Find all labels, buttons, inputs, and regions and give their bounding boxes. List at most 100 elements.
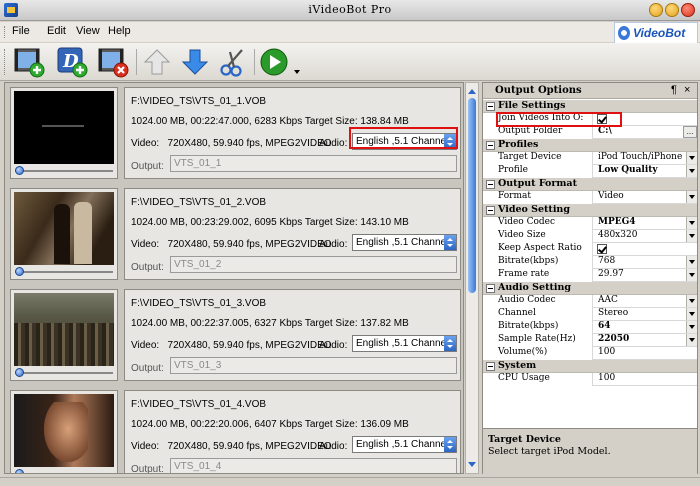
video-info: Video: 720X480, 59.940 fps, MPEG2VIDEO xyxy=(131,340,332,351)
preview-slider-knob[interactable] xyxy=(15,469,24,473)
prop-audio-codec[interactable]: Audio Codec AAC xyxy=(483,295,697,308)
prop-video-bitrate[interactable]: Bitrate(kbps) 768 xyxy=(483,256,697,269)
prop-video-codec[interactable]: Video Codec MPEG4 xyxy=(483,217,697,230)
start-convert-button[interactable] xyxy=(258,46,292,78)
prop-audio-bitrate[interactable]: Bitrate(kbps) 64 xyxy=(483,321,697,334)
remove-video-button[interactable] xyxy=(96,46,130,78)
prop-frame-rate[interactable]: Frame rate 29.97 xyxy=(483,269,697,282)
prop-volume[interactable]: Volume(%) 100 xyxy=(483,347,697,360)
audio-track-select[interactable]: English ,5.1 Channels xyxy=(352,133,457,150)
list-item[interactable]: F:\VIDEO_TS\VTS_01_4.VOB 1024.00 MB, 00:… xyxy=(8,388,462,474)
collapse-icon[interactable] xyxy=(486,284,495,293)
video-thumbnail xyxy=(14,293,114,366)
scroll-thumb[interactable] xyxy=(468,98,476,293)
keep-aspect-checkbox[interactable] xyxy=(597,244,607,254)
dropdown-arrow-icon[interactable] xyxy=(686,230,697,242)
maximize-button[interactable] xyxy=(665,3,679,17)
audio-track-select[interactable]: English ,5.1 Channels xyxy=(352,234,457,251)
scroll-down-icon[interactable] xyxy=(467,460,477,470)
prop-cpu-usage[interactable]: CPU Usage 100 xyxy=(483,373,697,386)
output-label: Output: xyxy=(131,363,164,374)
dropdown-arrow-icon[interactable] xyxy=(686,321,697,333)
collapse-icon[interactable] xyxy=(486,141,495,150)
output-name-field[interactable]: VTS_01_4 xyxy=(170,458,457,473)
list-item[interactable]: F:\VIDEO_TS\VTS_01_3.VOB 1024.00 MB, 00:… xyxy=(8,287,462,383)
dropdown-arrow-icon[interactable] xyxy=(686,256,697,268)
join-videos-checkbox[interactable] xyxy=(597,114,607,124)
dropdown-arrow-icon[interactable] xyxy=(686,217,697,229)
dropdown-arrow-icon[interactable] xyxy=(686,334,697,346)
window-title: iVideoBot Pro xyxy=(308,3,392,16)
preview-slider-track xyxy=(15,170,113,172)
collapse-icon[interactable] xyxy=(486,180,495,189)
convert-dropdown-arrow[interactable] xyxy=(294,70,300,74)
prop-target-device[interactable]: Target Device iPod Touch/iPhone xyxy=(483,152,697,165)
toolbar: D xyxy=(0,43,700,81)
list-scrollbar[interactable] xyxy=(465,82,479,474)
dropdown-arrow-icon[interactable] xyxy=(686,165,697,177)
output-name-field[interactable]: VTS_01_3 xyxy=(170,357,457,374)
dropdown-arrow-icon[interactable] xyxy=(686,191,697,203)
list-item[interactable]: F:\VIDEO_TS\VTS_01_1.VOB 1024.00 MB, 00:… xyxy=(8,85,462,181)
output-name-field[interactable]: VTS_01_1 xyxy=(170,155,457,172)
category-video-setting[interactable]: Video Setting xyxy=(483,204,697,217)
audio-track-select[interactable]: English ,5.1 Channels xyxy=(352,436,457,453)
prop-join-videos[interactable]: Join Videos Into O: xyxy=(483,113,697,126)
prop-channel[interactable]: Channel Stereo xyxy=(483,308,697,321)
preview-slider-knob[interactable] xyxy=(15,368,24,377)
start-convert-icon xyxy=(260,48,288,76)
collapse-icon[interactable] xyxy=(486,362,495,371)
scroll-up-icon[interactable] xyxy=(467,86,477,96)
menu-edit[interactable]: Edit xyxy=(47,25,66,37)
collapse-icon[interactable] xyxy=(486,102,495,111)
trim-button[interactable] xyxy=(216,46,250,78)
minimize-button[interactable] xyxy=(649,3,663,17)
close-panel-icon[interactable]: × xyxy=(684,84,690,96)
select-arrow-icon xyxy=(444,336,456,351)
panel-header: Output Options ¶ × xyxy=(483,83,697,99)
prop-output-folder[interactable]: Output Folder C:\ ... xyxy=(483,126,697,139)
prop-video-size[interactable]: Video Size 480x320 xyxy=(483,230,697,243)
file-meta: 1024.00 MB, 00:23:29.002, 6095 Kbps Targ… xyxy=(131,217,409,228)
menu-file[interactable]: File xyxy=(12,25,30,37)
dropdown-arrow-icon[interactable] xyxy=(686,308,697,320)
video-info: Video: 720X480, 59.940 fps, MPEG2VIDEO xyxy=(131,441,332,452)
prop-keep-aspect[interactable]: Keep Aspect Ratio xyxy=(483,243,697,256)
dropdown-arrow-icon[interactable] xyxy=(686,269,697,281)
output-name-field[interactable]: VTS_01_2 xyxy=(170,256,457,273)
output-label: Output: xyxy=(131,464,164,474)
prop-sample-rate[interactable]: Sample Rate(Hz) 22050 xyxy=(483,334,697,347)
prop-format[interactable]: Format Video xyxy=(483,191,697,204)
file-path: F:\VIDEO_TS\VTS_01_2.VOB xyxy=(131,197,267,208)
menu-view[interactable]: View xyxy=(76,25,100,37)
status-bar xyxy=(0,477,700,486)
add-dvd-button[interactable]: D xyxy=(54,46,88,78)
video-info: Video: 720X480, 59.940 fps, MPEG2VIDEO xyxy=(131,138,332,149)
category-output-format[interactable]: Output Format xyxy=(483,178,697,191)
close-button[interactable] xyxy=(681,3,695,17)
category-system[interactable]: System xyxy=(483,360,697,373)
menu-help[interactable]: Help xyxy=(108,25,131,37)
audio-label: Audio: xyxy=(319,239,348,250)
category-audio-setting[interactable]: Audio Setting xyxy=(483,282,697,295)
trim-scissors-icon xyxy=(220,49,243,77)
audio-track-select[interactable]: English ,5.1 Channels xyxy=(352,335,457,352)
audio-label: Audio: xyxy=(319,340,348,351)
move-down-button[interactable] xyxy=(178,46,212,78)
browse-folder-button[interactable]: ... xyxy=(683,126,697,138)
pin-icon[interactable]: ¶ xyxy=(671,84,677,96)
dropdown-arrow-icon[interactable] xyxy=(686,295,697,307)
property-description: Target Device Select target iPod Model. xyxy=(483,428,697,474)
collapse-icon[interactable] xyxy=(486,206,495,215)
category-file-settings[interactable]: File Settings xyxy=(483,100,697,113)
output-label: Output: xyxy=(131,161,164,172)
preview-slider-knob[interactable] xyxy=(15,166,24,175)
prop-profile[interactable]: Profile Low Quality xyxy=(483,165,697,178)
category-profiles[interactable]: Profiles xyxy=(483,139,697,152)
file-info-card: F:\VIDEO_TS\VTS_01_4.VOB 1024.00 MB, 00:… xyxy=(124,390,461,474)
move-up-button[interactable] xyxy=(140,46,174,78)
preview-slider-knob[interactable] xyxy=(15,267,24,276)
add-video-button[interactable] xyxy=(12,46,46,78)
dropdown-arrow-icon[interactable] xyxy=(686,152,697,164)
list-item[interactable]: F:\VIDEO_TS\VTS_01_2.VOB 1024.00 MB, 00:… xyxy=(8,186,462,282)
